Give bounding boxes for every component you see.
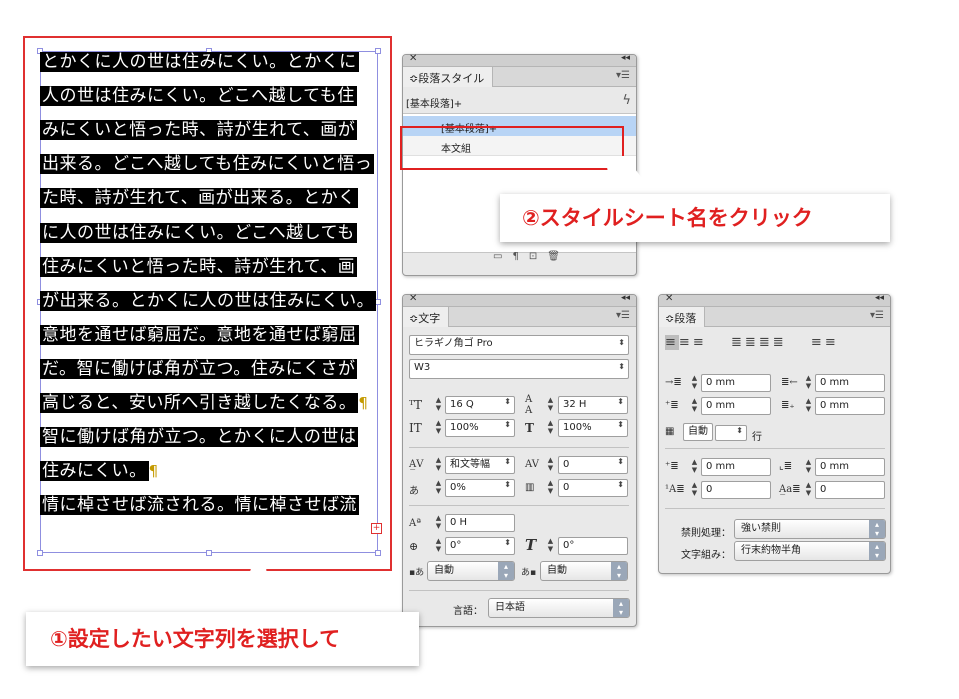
callout-pointer-2 [605, 156, 655, 195]
callout-step-2: ②スタイルシート名をクリック [500, 194, 890, 242]
callout-step-1: ①設定したい文字列を選択して [26, 612, 419, 666]
callout-pointer-1 [238, 555, 270, 612]
callout-pointers [238, 156, 655, 612]
